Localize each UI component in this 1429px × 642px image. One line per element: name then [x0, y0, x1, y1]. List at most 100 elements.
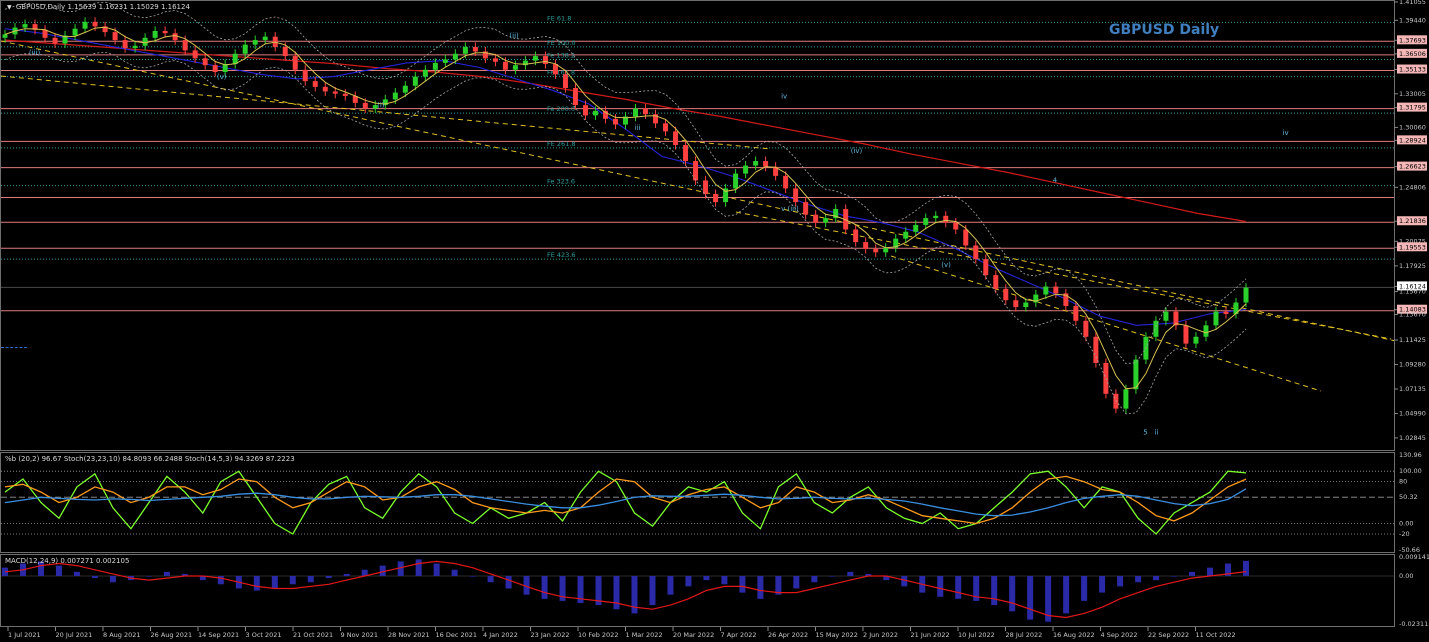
candle-body [212, 65, 218, 73]
brand-label: GBPUSD Daily [1109, 22, 1220, 38]
candle-body [993, 275, 999, 289]
candle-body [332, 91, 338, 94]
x-tick-label: 22 Sep 2022 [1148, 631, 1189, 639]
macd-bar [109, 575, 116, 583]
y-tick-label: 1.24806 [1399, 183, 1426, 191]
macd-bar [415, 559, 422, 576]
x-tick-label: 21 Jun 2022 [911, 631, 950, 639]
x-tick-label: 10 Jul 2022 [958, 631, 995, 639]
y-tick-label: 1.17925 [1399, 262, 1426, 270]
x-tick-label: 7 Apr 2022 [721, 631, 757, 639]
fib-label: Fe 138.2 [547, 51, 575, 59]
candle-body [1183, 325, 1189, 344]
candle-body [1243, 287, 1249, 303]
macd-bar [91, 575, 98, 579]
candle-body [412, 76, 418, 86]
wave-label: (i) [377, 101, 385, 109]
macd-bar [847, 571, 854, 576]
y-tick-label: 1.11425 [1399, 336, 1426, 344]
oscillator-tick-label: -20 [1399, 530, 1410, 538]
candle-body [22, 24, 28, 28]
macd-bar [613, 575, 620, 610]
candle-body [172, 33, 178, 41]
candle-body [452, 53, 458, 60]
fib-label: FE 423.6 [547, 251, 576, 259]
oscillator-tick-label: 50.32 [1399, 493, 1418, 501]
symbol-label: GBPUSD,Daily [15, 3, 66, 11]
x-tick-label: 3 Oct 2021 [246, 631, 282, 639]
candle-body [252, 40, 258, 45]
price-label-box [1397, 64, 1427, 74]
candle-body [492, 58, 498, 62]
y-tick-label: 1.02845 [1399, 434, 1426, 442]
candle-body [262, 36, 268, 41]
dropdown-triangle-icon[interactable]: ▼ [7, 4, 12, 11]
oscillator-pane[interactable]: %b (20,2) 96.67 Stoch(23,23,10) 84.8093 … [0, 452, 1395, 553]
candle-body [192, 50, 198, 59]
candle-body [1053, 286, 1059, 294]
chart-header: ▼ GBPUSD,Daily 1.15639 1.16231 1.15029 1… [7, 3, 190, 11]
macd-bar [55, 565, 62, 576]
price-pane[interactable]: FE 61.8 FE 100.0 Fe 138.2 Fe 161.8 Fe 200.0 F… [0, 0, 1395, 451]
candle-body [873, 248, 879, 253]
candle-body [82, 21, 88, 29]
candle-body [282, 46, 288, 57]
oscillator-series-line [4, 488, 1247, 517]
candle-body [983, 259, 989, 276]
macd-tick-label: -0.023115 [1399, 620, 1429, 628]
candle-body [793, 188, 799, 203]
macd-bar [721, 575, 728, 585]
macd-bar [703, 575, 710, 581]
candle-body [673, 131, 679, 146]
macd-bar [739, 575, 746, 593]
macd-bar [73, 571, 80, 576]
y-tick-label: 1.39440 [1399, 16, 1426, 24]
candle-body [763, 161, 769, 167]
candle-body [142, 37, 148, 46]
x-tick-label: 26 Aug 2021 [151, 631, 193, 639]
candle-body [612, 118, 618, 125]
macd-bar [955, 575, 962, 599]
candle-body [1023, 302, 1029, 308]
price-chart-svg: FE 61.8FE 100.0Fe 138.2Fe 161.8Fe 200.0F… [1, 1, 1394, 436]
candle-body [512, 65, 518, 70]
candle-body [803, 202, 809, 215]
sma-long-line [4, 39, 1247, 223]
y-tick-label: 1.09280 [1399, 361, 1426, 369]
y-tick-label: 1.33005 [1399, 90, 1426, 98]
candle-body [743, 165, 749, 174]
y-tick-label: 1.07135 [1399, 385, 1426, 393]
macd-bar [145, 575, 152, 577]
y-tick-label: 1.16124 [1399, 282, 1426, 290]
candle-body [312, 81, 318, 87]
x-tick-label: 28 Jul 2022 [1006, 631, 1043, 639]
candle-body [1163, 311, 1169, 321]
dashed-marker [1, 347, 27, 349]
wave-label: ii [1154, 428, 1158, 436]
candle-body [683, 145, 689, 162]
candle-body [72, 28, 78, 36]
candle-body [442, 59, 448, 63]
candle-body [853, 229, 859, 243]
x-tick-label: 1 Jul 2021 [8, 631, 41, 639]
fib-label: FE 261.8 [547, 140, 576, 148]
macd-bar [991, 575, 998, 606]
macd-pane[interactable]: MACD(12,24,9) 0.007271 0.002105 [0, 554, 1395, 627]
oscillator-tick-label: -50.66 [1399, 546, 1420, 554]
x-tick-label: 20 Mar 2022 [673, 631, 714, 639]
x-tick-label: 4 Jan 2022 [483, 631, 518, 639]
wave-label: v (iii) [781, 205, 799, 213]
oscillator-tick-label: 0.00 [1399, 520, 1413, 528]
macd-bar [307, 575, 314, 583]
oscillator-label: %b (20,2) 96.67 Stoch(23,23,10) 84.8093 … [5, 455, 295, 463]
candle-body [362, 102, 368, 109]
x-tick-label: 23 Jan 2022 [531, 631, 570, 639]
macd-bar [271, 575, 278, 589]
candle-body [933, 215, 939, 219]
macd-bar [1117, 575, 1124, 587]
fib-label: Fe 200.0 [547, 105, 575, 113]
price-label-box [1397, 304, 1427, 314]
candle-body [1123, 389, 1129, 409]
candle-body [963, 229, 969, 246]
candle-body [422, 69, 428, 77]
